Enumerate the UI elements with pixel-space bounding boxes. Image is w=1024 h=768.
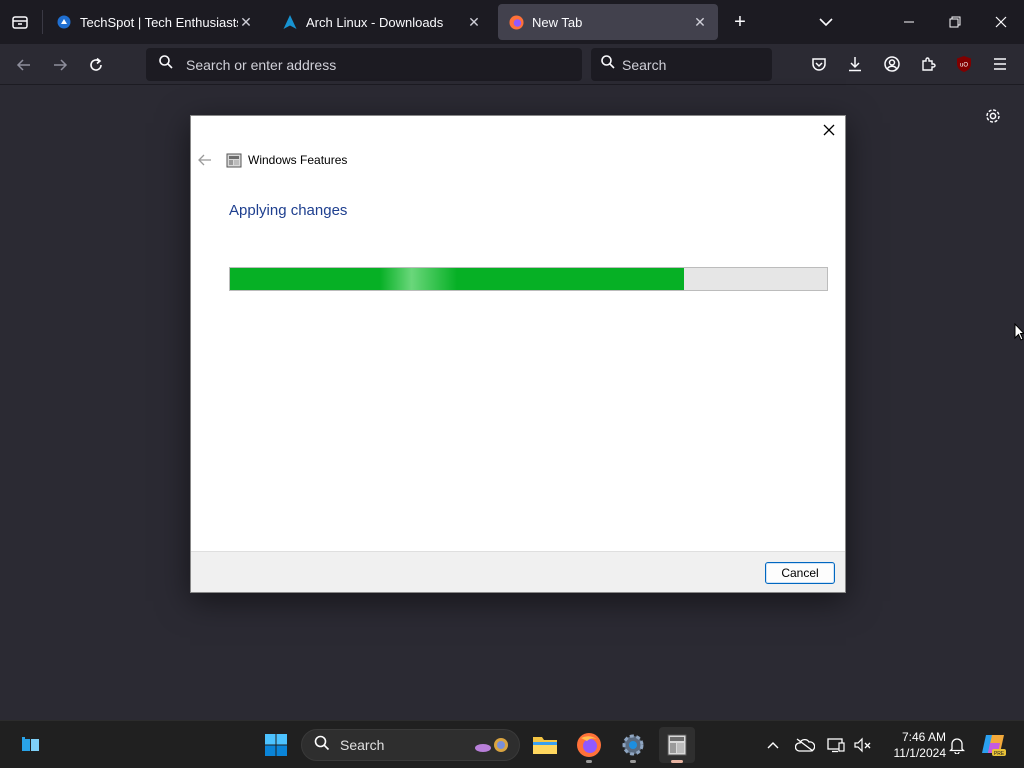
hamburger-menu-icon[interactable] xyxy=(988,52,1012,76)
close-tab-icon[interactable]: ✕ xyxy=(238,14,254,30)
reload-icon[interactable] xyxy=(83,52,109,78)
search-highlight-icon xyxy=(473,734,513,756)
tab-techspot[interactable]: TechSpot | Tech Enthusiasts, Po ✕ xyxy=(46,4,264,40)
minimize-icon[interactable] xyxy=(895,8,923,36)
back-arrow-icon[interactable] xyxy=(11,52,37,78)
address-placeholder: Search or enter address xyxy=(186,56,337,73)
windows-features-taskbar-icon[interactable] xyxy=(659,727,695,763)
tab-title: New Tab xyxy=(532,14,583,30)
extensions-puzzle-icon[interactable] xyxy=(916,52,940,76)
network-sound-icon[interactable] xyxy=(853,735,873,755)
account-icon[interactable] xyxy=(880,52,904,76)
close-tab-icon[interactable]: ✕ xyxy=(692,14,708,30)
svg-text:PRE: PRE xyxy=(994,751,1005,757)
ublock-origin-icon[interactable]: uO xyxy=(952,52,976,76)
copilot-pre-icon[interactable]: PRE xyxy=(980,731,1006,757)
tab-strip: TechSpot | Tech Enthusiasts, Po ✕ Arch L… xyxy=(0,0,1024,44)
firefox-taskbar-icon[interactable] xyxy=(571,727,607,763)
tab-title: Arch Linux - Downloads xyxy=(306,14,444,30)
windows-start-icon[interactable] xyxy=(264,733,288,757)
dialog-app-title: Windows Features xyxy=(248,153,348,167)
download-icon[interactable] xyxy=(843,52,867,76)
running-indicator xyxy=(586,760,592,763)
tab-arch-linux[interactable]: Arch Linux - Downloads ✕ xyxy=(272,4,492,40)
arch-linux-icon xyxy=(282,14,298,30)
notification-bell-icon[interactable] xyxy=(947,735,967,755)
tab-separator xyxy=(42,10,43,34)
forward-arrow-icon[interactable] xyxy=(47,52,73,78)
new-tab-plus-icon[interactable]: + xyxy=(728,10,752,34)
onedrive-cloud-icon[interactable] xyxy=(795,735,815,755)
tab-title: TechSpot | Tech Enthusiasts, Po xyxy=(80,14,238,30)
taskbar-search-label: Search xyxy=(340,737,385,753)
search-placeholder: Search xyxy=(622,56,667,73)
search-icon xyxy=(314,735,330,756)
clock-date: 11/1/2024 xyxy=(893,746,947,760)
widgets-icon[interactable] xyxy=(18,733,44,757)
taskbar: Search 7:46 AM 11/1/2024 PRE xyxy=(0,720,1024,768)
windows-features-dialog: Windows Features Applying changes Cancel xyxy=(190,115,846,593)
taskbar-clock[interactable]: 7:46 AM 11/1/2024 xyxy=(880,729,947,761)
active-indicator xyxy=(671,760,683,763)
tab-overview-icon[interactable] xyxy=(8,10,32,34)
progress-fill xyxy=(230,268,684,290)
address-bar[interactable]: Search or enter address xyxy=(146,48,582,81)
list-all-tabs-chevron-icon[interactable] xyxy=(814,10,838,34)
taskbar-search-box[interactable]: Search xyxy=(301,729,520,761)
settings-taskbar-icon[interactable] xyxy=(615,727,651,763)
display-icon[interactable] xyxy=(826,735,846,755)
svg-text:uO: uO xyxy=(960,63,968,69)
close-tab-icon[interactable]: ✕ xyxy=(466,14,482,30)
running-indicator xyxy=(630,760,636,763)
techspot-icon xyxy=(56,14,72,30)
clock-time: 7:46 AM xyxy=(901,730,946,744)
pocket-icon[interactable] xyxy=(807,52,831,76)
firefox-icon xyxy=(508,14,524,30)
close-dialog-icon[interactable] xyxy=(819,120,839,140)
file-explorer-icon[interactable] xyxy=(527,727,563,763)
new-tab-settings-gear-icon[interactable] xyxy=(981,104,1005,128)
search-icon xyxy=(600,54,616,75)
restore-icon[interactable] xyxy=(941,8,969,36)
cancel-button[interactable]: Cancel xyxy=(765,562,835,584)
dialog-footer: Cancel xyxy=(191,551,845,592)
progress-bar xyxy=(229,267,828,291)
show-hidden-icons-chevron-icon[interactable] xyxy=(763,735,783,755)
search-icon xyxy=(158,54,174,75)
tab-new-tab[interactable]: New Tab ✕ xyxy=(498,4,718,40)
mouse-cursor-icon xyxy=(1014,322,1024,341)
search-bar[interactable]: Search xyxy=(591,48,772,81)
windows-features-icon xyxy=(226,152,242,168)
navigation-toolbar: Search or enter address Search uO xyxy=(0,44,1024,85)
close-window-icon[interactable] xyxy=(987,8,1015,36)
dialog-back-arrow-icon[interactable] xyxy=(196,151,214,169)
dialog-heading: Applying changes xyxy=(229,202,348,219)
